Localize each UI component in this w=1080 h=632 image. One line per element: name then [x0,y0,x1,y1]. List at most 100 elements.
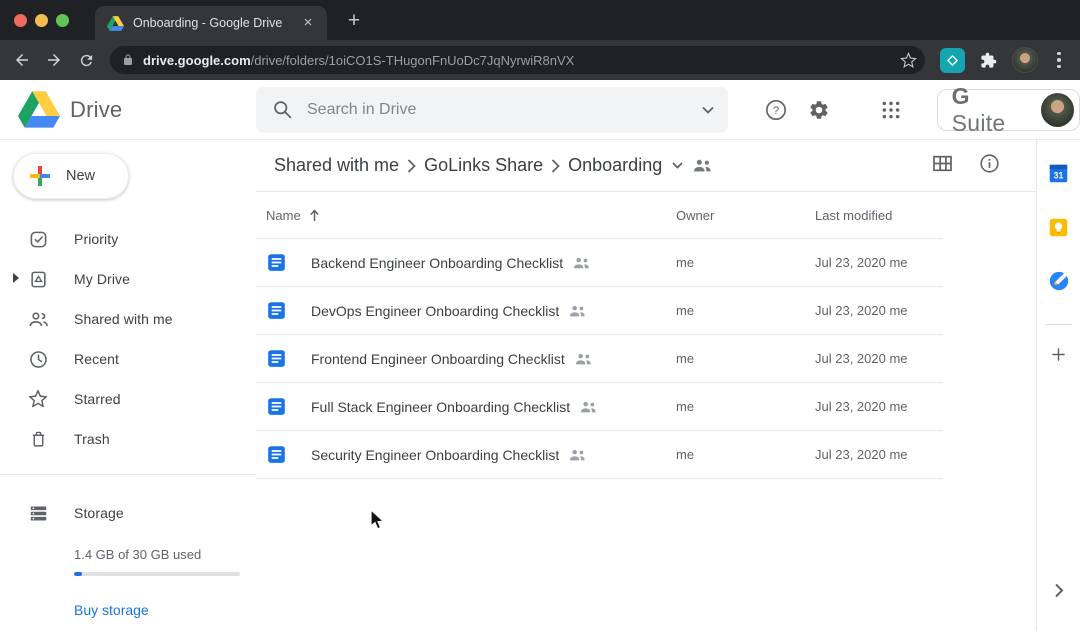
google-tasks-icon[interactable] [1046,268,1072,294]
column-header-modified[interactable]: Last modified [815,208,943,223]
google-docs-file-icon [266,396,287,417]
file-row[interactable]: Security Engineer Onboarding Checklist m… [256,431,943,479]
browser-toolbar: drive.google.com/drive/folders/1oiCO1S-T… [0,40,1080,80]
back-arrow-icon [13,51,31,69]
breadcrumb-shared-with-me[interactable]: Shared with me [266,155,407,176]
google-calendar-icon[interactable]: 31 [1046,160,1072,186]
kebab-dot [1057,58,1061,62]
file-row[interactable]: Backend Engineer Onboarding Checklist me… [256,239,943,287]
extensions-puzzle-button[interactable] [974,46,1002,74]
chrome-menu-button[interactable] [1048,52,1070,69]
file-table: Name Owner Last modified Backend Enginee… [256,192,943,479]
file-shared-icon [569,305,586,317]
diamond-glyph [946,54,959,67]
sidebar-item-label: My Drive [74,271,130,287]
sidebar-item-trash[interactable]: Trash [0,419,256,459]
google-docs-file-icon [266,300,287,321]
folder-shared-icon [693,159,712,172]
breadcrumb: Shared with me GoLinks Share Onboarding [256,140,1036,192]
file-row[interactable]: DevOps Engineer Onboarding Checklist me … [256,287,943,335]
search-bar[interactable] [256,87,728,133]
file-shared-icon [575,353,592,365]
new-tab-button[interactable]: + [341,8,367,34]
minimize-window-button[interactable] [35,14,48,27]
gear-icon [808,99,830,121]
url-text: drive.google.com/drive/folders/1oiCO1S-T… [143,53,892,68]
sidebar-item-shared-with-me[interactable]: Shared with me [0,299,256,339]
file-shared-icon [573,257,590,269]
google-docs-file-icon [266,348,287,369]
multicolor-plus-icon [28,164,52,188]
lock-icon [122,53,134,67]
drive-logo-icon [18,91,60,128]
file-owner: me [676,351,815,366]
new-button[interactable]: New [13,153,129,199]
expand-caret-icon[interactable] [12,270,20,288]
new-button-label: New [66,168,95,184]
golinks-extension-icon[interactable] [940,48,965,73]
column-header-name[interactable]: Name [266,208,676,223]
sidebar-item-label: Starred [74,391,121,407]
account-avatar[interactable] [1041,93,1074,127]
zoom-window-button[interactable] [56,14,69,27]
bookmark-star-icon[interactable] [900,52,917,69]
google-docs-file-icon [266,252,287,273]
sidebar-item-storage[interactable]: Storage [0,493,256,533]
back-button[interactable] [8,46,36,74]
add-addon-button[interactable] [1046,341,1072,367]
file-modified: Jul 23, 2020 me [815,303,943,318]
file-name: Security Engineer Onboarding Checklist [311,447,559,463]
folder-menu-caret-icon[interactable] [672,162,683,169]
address-bar[interactable]: drive.google.com/drive/folders/1oiCO1S-T… [110,46,925,74]
url-domain: drive.google.com [143,53,251,68]
browser-profile-avatar[interactable] [1012,47,1038,73]
breadcrumb-onboarding[interactable]: Onboarding [560,155,670,176]
file-name: Backend Engineer Onboarding Checklist [311,255,563,271]
drive-brand[interactable]: Drive [0,91,256,128]
file-shared-icon [569,449,586,461]
macos-window-controls[interactable] [0,0,83,40]
browser-tab[interactable]: Onboarding - Google Drive × [95,6,327,40]
google-apps-button[interactable] [879,98,903,122]
file-owner: me [676,255,815,270]
clock-icon [27,350,49,369]
file-modified: Jul 23, 2020 me [815,399,943,414]
tab-close-icon[interactable]: × [299,14,317,32]
file-modified: Jul 23, 2020 me [815,351,943,366]
file-owner: me [676,399,815,414]
search-input[interactable] [307,101,702,119]
gsuite-wordmark: G Suite [952,83,1029,137]
help-button[interactable]: ? [764,98,788,122]
storage-label: Storage [74,505,124,521]
file-row[interactable]: Full Stack Engineer Onboarding Checklist… [256,383,943,431]
browser-tab-bar: Onboarding - Google Drive × + [0,0,1080,40]
sidebar-item-priority[interactable]: Priority [0,219,256,259]
chevron-right-icon [551,159,560,173]
my-drive-icon [27,270,49,289]
sidebar-item-recent[interactable]: Recent [0,339,256,379]
star-icon [27,389,49,409]
google-docs-file-icon [266,444,287,465]
hide-panel-chevron-button[interactable] [1046,577,1072,603]
forward-arrow-icon [45,51,63,69]
column-header-owner[interactable]: Owner [676,208,815,223]
reload-button[interactable] [72,46,100,74]
search-options-caret-icon[interactable] [702,106,714,114]
sort-ascending-icon[interactable] [309,209,320,222]
forward-button[interactable] [40,46,68,74]
rail-divider [1046,324,1072,325]
storage-progress-bar [74,572,240,576]
sidebar-item-my-drive[interactable]: My Drive [0,259,256,299]
breadcrumb-golinks-share[interactable]: GoLinks Share [416,155,551,176]
google-keep-icon[interactable] [1046,214,1072,240]
buy-storage-link[interactable]: Buy storage [74,602,149,618]
chevron-right-icon [407,159,416,173]
gsuite-account-badge[interactable]: G Suite [937,89,1080,131]
close-window-button[interactable] [14,14,27,27]
grid-view-button[interactable] [932,155,953,177]
info-button[interactable] [979,153,1000,179]
settings-button[interactable] [808,98,832,122]
file-row[interactable]: Frontend Engineer Onboarding Checklist m… [256,335,943,383]
sidebar-item-starred[interactable]: Starred [0,379,256,419]
file-name: DevOps Engineer Onboarding Checklist [311,303,559,319]
